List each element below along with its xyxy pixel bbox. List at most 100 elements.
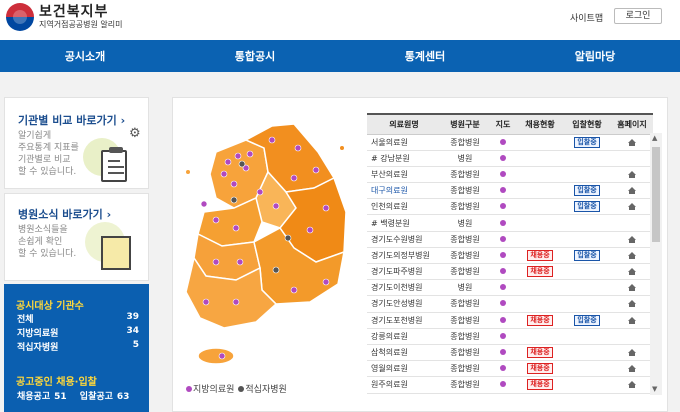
- map-cell[interactable]: [489, 279, 517, 297]
- map-cell[interactable]: [489, 263, 517, 281]
- home-icon[interactable]: [628, 251, 636, 259]
- table-row[interactable]: 경기도의정부병원 종합병원 채용중 입찰중: [367, 247, 653, 265]
- homepage-cell[interactable]: [611, 231, 653, 248]
- homepage-cell[interactable]: [611, 134, 653, 151]
- map-cell[interactable]: [489, 134, 517, 151]
- nav-item-about[interactable]: 공시소개: [0, 40, 170, 72]
- bidding-badge[interactable]: 입찰중: [574, 314, 600, 326]
- home-icon[interactable]: [628, 187, 636, 195]
- map-cell[interactable]: [489, 150, 517, 167]
- hospital-name[interactable]: # 백령분원: [367, 214, 441, 232]
- table-row[interactable]: 강릉의료원 종합병원: [367, 328, 653, 345]
- home-icon[interactable]: [628, 349, 636, 357]
- scroll-up-icon[interactable]: ▲: [652, 134, 657, 142]
- hospital-name[interactable]: 경기도안성병원: [367, 295, 441, 313]
- home-icon[interactable]: [628, 268, 636, 276]
- col-header-bid[interactable]: 입찰현황: [563, 113, 611, 135]
- home-icon[interactable]: [628, 170, 636, 178]
- bidding-badge[interactable]: 입찰중: [574, 249, 600, 261]
- map-pin-icon[interactable]: [500, 300, 506, 307]
- map-pin-icon[interactable]: [500, 268, 506, 275]
- table-row[interactable]: 경기도파주병원 종합병원 채용중: [367, 263, 653, 281]
- home-icon[interactable]: [628, 203, 636, 211]
- homepage-cell[interactable]: [611, 166, 653, 184]
- hospital-name[interactable]: 경기도의정부병원: [367, 247, 441, 265]
- hospital-name[interactable]: 경기도파주병원: [367, 263, 441, 281]
- nav-item-notice[interactable]: 알림마당: [510, 40, 680, 72]
- bid-status[interactable]: 입찰중: [563, 182, 611, 200]
- homepage-cell[interactable]: [611, 344, 653, 362]
- map-pin-icon[interactable]: [500, 170, 506, 177]
- hospital-name[interactable]: 경기도수원병원: [367, 231, 441, 248]
- hiring-badge[interactable]: 채용중: [527, 314, 553, 326]
- hospital-name[interactable]: 영월의료원: [367, 360, 441, 378]
- hiring-badge[interactable]: 채용중: [527, 266, 553, 278]
- compare-panel[interactable]: 기관별 비교 바로가기 › ⚙ 알기쉽게 주요통계 지표를 기관별로 비교 할 …: [4, 97, 149, 189]
- hospital-name[interactable]: 원주의료원: [367, 376, 441, 394]
- hire-status[interactable]: 채용중: [517, 360, 563, 378]
- hire-status[interactable]: 채용중: [517, 263, 563, 281]
- hiring-badge[interactable]: 채용중: [527, 379, 553, 391]
- table-row[interactable]: 인천의료원 종합병원 입찰중: [367, 198, 653, 216]
- table-row[interactable]: 경기도포천병원 종합병원 채용중 입찰중: [367, 312, 653, 329]
- table-row[interactable]: 경기도수원병원 종합병원: [367, 231, 653, 248]
- map-pin-icon[interactable]: [500, 381, 506, 388]
- hire-status[interactable]: 채용중: [517, 376, 563, 394]
- home-icon[interactable]: [628, 365, 636, 373]
- map-pin-icon[interactable]: [500, 251, 506, 258]
- logo[interactable]: 보건복지부 지역거점공공병원 알리미: [6, 3, 123, 31]
- map-cell[interactable]: [489, 328, 517, 345]
- home-icon[interactable]: [628, 235, 636, 243]
- table-scrollbar[interactable]: ▲ ▼: [650, 133, 662, 395]
- home-icon[interactable]: [628, 138, 636, 146]
- map-pin-icon[interactable]: [500, 187, 506, 194]
- map-cell[interactable]: [489, 344, 517, 362]
- col-header-home[interactable]: 홈페이지: [611, 113, 653, 135]
- homepage-cell[interactable]: [611, 376, 653, 394]
- table-row[interactable]: # 강남분원 병원: [367, 150, 653, 167]
- homepage-cell[interactable]: [611, 279, 653, 297]
- home-icon[interactable]: [628, 284, 636, 292]
- table-row[interactable]: # 백령분원 병원: [367, 214, 653, 232]
- map-pin-icon[interactable]: [500, 219, 506, 226]
- bid-status[interactable]: 입찰중: [563, 198, 611, 216]
- homepage-cell[interactable]: [611, 263, 653, 281]
- sitemap-link[interactable]: 사이트맵: [570, 11, 603, 24]
- homepage-cell[interactable]: [611, 198, 653, 216]
- table-row[interactable]: 삼척의료원 종합병원 채용중: [367, 344, 653, 362]
- bid-status[interactable]: 입찰중: [563, 247, 611, 265]
- map-cell[interactable]: [489, 214, 517, 232]
- table-row[interactable]: 경기도이천병원 병원: [367, 279, 653, 297]
- map-cell[interactable]: [489, 360, 517, 378]
- table-row[interactable]: 부산의료원 종합병원: [367, 166, 653, 184]
- hospital-name[interactable]: 강릉의료원: [367, 328, 441, 345]
- map-pin-icon[interactable]: [500, 332, 506, 339]
- table-row[interactable]: 대구의료원 종합병원 입찰중: [367, 182, 653, 200]
- map-cell[interactable]: [489, 231, 517, 248]
- map-pin-icon[interactable]: [500, 349, 506, 356]
- hiring-badge[interactable]: 채용중: [527, 347, 553, 359]
- map-cell[interactable]: [489, 166, 517, 184]
- table-row[interactable]: 원주의료원 종합병원 채용중: [367, 376, 653, 394]
- map-cell[interactable]: [489, 182, 517, 200]
- map-pin-icon[interactable]: [500, 138, 506, 145]
- col-header-name[interactable]: 의료원명: [367, 113, 441, 135]
- col-header-hire[interactable]: 채용현황: [517, 113, 563, 135]
- map-cell[interactable]: [489, 247, 517, 265]
- hiring-badge[interactable]: 채용중: [527, 249, 553, 261]
- hospital-name[interactable]: 삼척의료원: [367, 344, 441, 362]
- map-cell[interactable]: [489, 376, 517, 394]
- homepage-cell[interactable]: [611, 360, 653, 378]
- bid-status[interactable]: 입찰중: [563, 312, 611, 329]
- nav-item-disclosure[interactable]: 통합공시: [170, 40, 340, 72]
- map-cell[interactable]: [489, 198, 517, 216]
- home-icon[interactable]: [628, 316, 636, 324]
- login-button[interactable]: 로그인: [614, 8, 662, 24]
- bidding-badge[interactable]: 입찰중: [574, 201, 600, 213]
- hospital-name[interactable]: 경기도이천병원: [367, 279, 441, 297]
- map-pin-icon[interactable]: [500, 203, 506, 210]
- hire-status[interactable]: 채용중: [517, 247, 563, 265]
- bidding-badge[interactable]: 입찰중: [574, 185, 600, 197]
- col-header-type[interactable]: 병원구분: [441, 113, 489, 135]
- homepage-cell[interactable]: [611, 247, 653, 265]
